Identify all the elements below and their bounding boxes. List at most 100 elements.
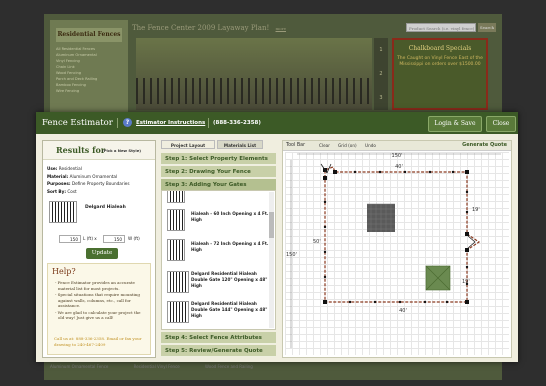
estimator-instructions-link[interactable]: Estimator Instructions	[136, 112, 205, 134]
help-item: - Fence Estimator provides an accurate m…	[55, 280, 135, 291]
gate-item[interactable]: Delgard Residential Hialeah Double Gate …	[165, 269, 269, 297]
gate-name: Delgard Residential Hialeah Double Gate …	[191, 271, 268, 288]
drawing-panel: Tool Bar Clear Grid (on) Undo Generate Q…	[282, 140, 512, 358]
gate-thumbnail	[167, 271, 189, 293]
step-4[interactable]: Step 4: Select Fence Attributes	[161, 332, 276, 344]
fence-post	[323, 225, 327, 229]
gate-item[interactable]: Hialeah - 60 Inch Opening x 4 Ft. High	[165, 207, 269, 235]
gate-thumbnail	[167, 301, 189, 323]
purposes-value: Define Property Boundaries	[71, 181, 130, 186]
fence-post[interactable]	[323, 300, 327, 304]
background-header: The Fence Center 2009 Layaway Plan! more…	[132, 20, 498, 36]
gates-scrollbar[interactable]	[269, 192, 274, 328]
segment-bottom-label: 40'	[399, 308, 407, 314]
product-name[interactable]: Delgard Hialeah	[85, 205, 126, 210]
gates-list: Hialeah - 60 Inch Opening x 4 Ft. High H…	[161, 190, 276, 330]
background-header-title: The Fence Center 2009 Layaway Plan!	[132, 24, 270, 32]
fence-post[interactable]	[333, 170, 337, 174]
fence-drawing: 150' 150' 40' 50' 19' 19' 40'	[286, 153, 501, 348]
tab-project-layout[interactable]: Project Layout	[161, 140, 215, 149]
fence-post	[465, 190, 469, 194]
step-1[interactable]: Step 1: Select Property Elements	[161, 153, 276, 165]
step-5[interactable]: Step 5: Review/Generate Quote	[161, 345, 276, 357]
fence-post	[403, 170, 407, 174]
background-search-input: Product Search (i.e. vinyl fence)	[406, 23, 476, 32]
gate-thumbnail	[167, 239, 185, 261]
purposes-label: Purposes:	[47, 181, 71, 186]
help-icon[interactable]: ?	[123, 118, 132, 127]
background-footer: Aluminum Ornamental Fence Residential Vi…	[50, 362, 500, 372]
segment-right-lower-label: 19'	[462, 279, 470, 285]
length-input[interactable]: 150	[59, 235, 81, 243]
background-special-title: Chalkboard Specials	[408, 45, 472, 52]
background-special-text: The Caught on Vinyl Fence East of the Mi…	[397, 56, 483, 67]
modal-title: Fence Estimator	[42, 118, 113, 128]
product-thumbnail[interactable]	[49, 201, 77, 223]
fence-post[interactable]	[465, 232, 469, 236]
fence-post	[323, 200, 327, 204]
help-item: - Special situations that require mounti…	[55, 292, 140, 308]
fence-post	[465, 210, 469, 214]
titlebar-divider	[208, 118, 209, 128]
grid-toggle-button[interactable]: Grid (on)	[338, 141, 357, 150]
fence-post	[348, 300, 352, 304]
toolbar-label: Tool Bar	[286, 143, 306, 148]
pick-new-style-link[interactable]: (Pick a New Style)	[102, 148, 141, 153]
gate-marker[interactable]	[467, 235, 476, 249]
segment-right-label: 19'	[472, 207, 480, 213]
step-2[interactable]: Step 2: Drawing Your Fence	[161, 166, 276, 178]
login-save-button[interactable]: Login & Save	[428, 116, 482, 132]
background-sidebar-links: All Residential Fences Aluminum Ornament…	[56, 46, 97, 94]
fence-post	[451, 170, 455, 174]
close-button[interactable]: Close	[486, 116, 516, 132]
layout-tabs: Project Layout Materials List	[161, 140, 276, 149]
scrollbar-thumb[interactable]	[269, 212, 274, 238]
clear-button[interactable]: Clear	[319, 141, 330, 150]
gate-name: Hialeah - 72 Inch Opening x 4 Ft. High	[191, 241, 269, 252]
update-button[interactable]: Update	[86, 248, 118, 259]
gate-thumbnail	[167, 209, 185, 231]
generate-quote-button[interactable]: Generate Quote	[462, 141, 507, 150]
use-label: Use:	[47, 166, 58, 171]
gate-name: Delgard Residential Hialeah Double Gate …	[191, 301, 268, 318]
fence-post	[353, 170, 357, 174]
gate-item[interactable]	[165, 191, 269, 207]
fence-post	[378, 170, 382, 174]
undo-button[interactable]: Undo	[365, 141, 376, 150]
background-slide-number: 1	[379, 47, 383, 53]
steps-panel: Project Layout Materials List Step 1: Se…	[161, 140, 276, 358]
segment-left-label: 50'	[313, 239, 321, 245]
background-footer-link: Residential Vinyl Fence	[133, 364, 180, 369]
drawing-canvas[interactable]: 150' 150' 40' 50' 19' 19' 40'	[285, 152, 509, 355]
fence-line[interactable]	[324, 166, 481, 303]
results-panel: Results for (Pick a New Style) Use: Resi…	[42, 140, 156, 358]
fence-post	[323, 250, 327, 254]
titlebar-divider	[117, 118, 118, 128]
results-header: Results for (Pick a New Style)	[43, 141, 155, 160]
background-fence-image	[136, 78, 372, 104]
background-search-button: Search	[478, 23, 496, 32]
fence-post	[323, 275, 327, 279]
background-chalkboard-special: Chalkboard Specials The Caught on Vinyl …	[392, 38, 488, 110]
fence-post[interactable]	[465, 248, 469, 252]
fence-post[interactable]	[465, 170, 469, 174]
fence-post	[373, 300, 377, 304]
material-value: Aluminum Ornamental	[69, 173, 118, 179]
width-input[interactable]: 150	[103, 235, 125, 243]
help-list: - Fence Estimator provides an accurate m…	[52, 280, 148, 322]
toolbar: Tool Bar Clear Grid (on) Undo Generate Q…	[283, 141, 511, 151]
outer-width-label: 150'	[392, 153, 403, 159]
help-item: - We are glad to calculate your project …	[55, 309, 141, 321]
tab-materials-list[interactable]: Materials List	[217, 140, 263, 149]
gate-item[interactable]: Delgard Residential Hialeah Double Gate …	[165, 299, 269, 327]
phone-number: (888-336-2358)	[213, 120, 261, 126]
background-slide-number: 3	[379, 95, 383, 101]
sort-label: Sort By:	[47, 188, 67, 194]
results-title: Results for	[56, 145, 106, 155]
use-value: Residential	[58, 166, 82, 171]
fence-post[interactable]	[465, 300, 469, 304]
material-label: Material:	[47, 173, 69, 179]
fence-post[interactable]	[323, 176, 327, 180]
gate-item[interactable]: Hialeah - 72 Inch Opening x 4 Ft. High	[165, 237, 269, 265]
width-label: W (ft)	[128, 236, 140, 241]
